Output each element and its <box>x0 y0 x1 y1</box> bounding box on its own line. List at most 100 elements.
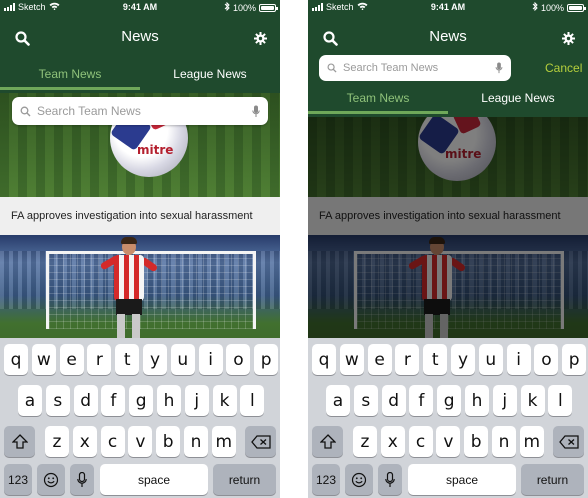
search-field[interactable]: Search Team News <box>12 97 268 125</box>
key-q[interactable]: q <box>4 344 28 375</box>
emoji-key[interactable] <box>37 464 65 495</box>
key-o[interactable]: o <box>226 344 251 375</box>
key-j[interactable]: j <box>492 385 517 416</box>
key-r[interactable]: r <box>87 344 112 375</box>
key-x[interactable]: x <box>72 426 97 457</box>
key-y[interactable]: y <box>143 344 167 375</box>
backspace-key[interactable] <box>553 426 584 457</box>
article-photo[interactable] <box>0 235 280 345</box>
key-k[interactable]: k <box>212 385 237 416</box>
emoji-icon <box>351 472 367 487</box>
search-field[interactable]: Search Team News <box>319 55 511 81</box>
backspace-icon <box>558 434 579 449</box>
dictation-key[interactable] <box>378 464 402 495</box>
settings-button[interactable] <box>558 28 578 48</box>
dictation-microphone-icon <box>77 471 87 487</box>
tab-team-news[interactable]: Team News <box>0 60 140 90</box>
return-key[interactable]: return <box>213 464 276 495</box>
return-key[interactable]: return <box>521 464 584 495</box>
tab-team-news[interactable]: Team News <box>308 84 448 114</box>
magnifier-icon <box>20 106 31 116</box>
tab-league-news[interactable]: League News <box>448 84 588 114</box>
key-o[interactable]: o <box>534 344 559 375</box>
key-j[interactable]: j <box>184 385 209 416</box>
page-title: News <box>429 28 467 45</box>
key-l[interactable]: l <box>240 385 265 416</box>
key-g[interactable]: g <box>437 385 462 416</box>
cancel-button[interactable]: Cancel <box>545 61 582 75</box>
key-v[interactable]: v <box>436 426 461 457</box>
key-b[interactable]: b <box>156 426 181 457</box>
article-hero-image[interactable]: mitre Search Team News <box>0 93 280 197</box>
numbers-key[interactable]: 123 <box>312 464 340 495</box>
key-e[interactable]: e <box>59 344 84 375</box>
dictation-microphone-icon <box>385 471 395 487</box>
key-b[interactable]: b <box>464 426 489 457</box>
key-p[interactable]: p <box>562 344 587 375</box>
key-g[interactable]: g <box>129 385 154 416</box>
shift-icon <box>11 434 28 449</box>
article-headline[interactable]: FA approves investigation into sexual ha… <box>0 197 280 235</box>
backspace-key[interactable] <box>245 426 276 457</box>
tab-league-news[interactable]: League News <box>140 60 280 90</box>
key-w[interactable]: w <box>31 344 56 375</box>
key-s[interactable]: s <box>353 385 378 416</box>
key-r[interactable]: r <box>395 344 420 375</box>
key-c[interactable]: c <box>408 426 433 457</box>
magnifier-icon <box>327 63 337 73</box>
news-tabs: Team News League News <box>0 60 280 90</box>
status-bar: Sketch 9:41 AM 100% <box>0 0 280 16</box>
gear-icon <box>253 31 267 45</box>
key-d[interactable]: d <box>381 385 406 416</box>
key-a[interactable]: a <box>18 385 42 416</box>
key-i[interactable]: i <box>198 344 223 375</box>
key-t[interactable]: t <box>423 344 448 375</box>
microphone-icon[interactable] <box>252 105 260 118</box>
key-n[interactable]: n <box>184 426 208 457</box>
shift-icon <box>319 434 336 449</box>
space-key[interactable]: space <box>100 464 208 495</box>
key-l[interactable]: l <box>548 385 573 416</box>
onscreen-keyboard: q w e r t y u i o p a s d f g h j k l z x c v b n m 123 space return <box>308 338 588 498</box>
key-v[interactable]: v <box>128 426 153 457</box>
numbers-key[interactable]: 123 <box>4 464 32 495</box>
key-a[interactable]: a <box>326 385 350 416</box>
key-m[interactable]: m <box>211 426 236 457</box>
key-c[interactable]: c <box>100 426 125 457</box>
emoji-key[interactable] <box>345 464 373 495</box>
phone-screen-default: Sketch 9:41 AM 100% News Team News Leagu… <box>0 0 280 498</box>
microphone-icon[interactable] <box>495 62 503 74</box>
shift-key[interactable] <box>312 426 343 457</box>
key-z[interactable]: z <box>45 426 69 457</box>
key-s[interactable]: s <box>45 385 70 416</box>
key-h[interactable]: h <box>465 385 489 416</box>
key-p[interactable]: p <box>254 344 279 375</box>
key-h[interactable]: h <box>157 385 181 416</box>
key-m[interactable]: m <box>519 426 544 457</box>
key-w[interactable]: w <box>339 344 364 375</box>
key-z[interactable]: z <box>353 426 377 457</box>
key-i[interactable]: i <box>506 344 531 375</box>
news-tabs: Team News League News <box>308 84 588 114</box>
key-d[interactable]: d <box>73 385 98 416</box>
key-y[interactable]: y <box>451 344 475 375</box>
space-key[interactable]: space <box>408 464 516 495</box>
key-x[interactable]: x <box>380 426 405 457</box>
news-feed: mitre Search Team News FA approves inves… <box>0 93 280 345</box>
key-f[interactable]: f <box>101 385 126 416</box>
shift-key[interactable] <box>4 426 35 457</box>
onscreen-keyboard: q w e r t y u i o p a s d f g h j k l z x c v b n m 123 space return <box>0 338 280 498</box>
key-f[interactable]: f <box>409 385 434 416</box>
key-u[interactable]: u <box>478 344 503 375</box>
key-q[interactable]: q <box>312 344 336 375</box>
key-t[interactable]: t <box>115 344 140 375</box>
key-e[interactable]: e <box>367 344 392 375</box>
settings-button[interactable] <box>250 28 270 48</box>
gear-icon <box>561 31 575 45</box>
dictation-key[interactable] <box>70 464 94 495</box>
key-u[interactable]: u <box>170 344 195 375</box>
key-k[interactable]: k <box>520 385 545 416</box>
key-n[interactable]: n <box>492 426 516 457</box>
backspace-icon <box>250 434 271 449</box>
search-dim-overlay[interactable] <box>308 117 588 338</box>
